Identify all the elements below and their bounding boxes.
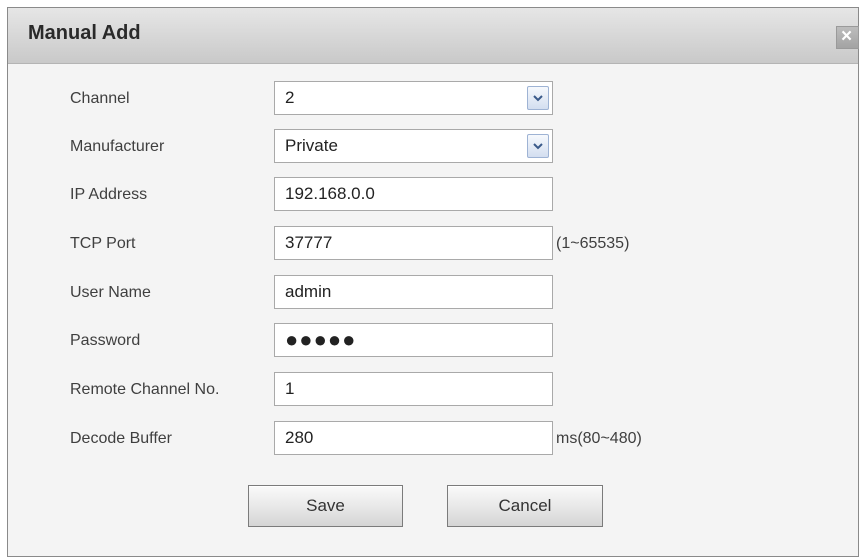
remote-channel-input[interactable]: [275, 373, 552, 405]
channel-label: Channel: [70, 90, 130, 107]
password-input[interactable]: [275, 324, 552, 356]
ip-address-field[interactable]: [274, 177, 553, 211]
password-field[interactable]: [274, 323, 553, 357]
cancel-button[interactable]: Cancel: [447, 485, 603, 527]
manual-add-dialog: Manual Add × Channel 2 Manufacturer Priv…: [7, 7, 859, 557]
save-button[interactable]: Save: [248, 485, 403, 527]
tcp-port-range-hint: (1~65535): [556, 235, 630, 252]
user-name-input[interactable]: [275, 276, 552, 308]
channel-value: 2: [285, 88, 295, 107]
user-name-field[interactable]: [274, 275, 553, 309]
dialog-title: Manual Add: [28, 22, 141, 44]
decode-buffer-input[interactable]: [275, 422, 552, 454]
close-icon: ×: [841, 26, 853, 47]
chevron-down-icon[interactable]: [527, 86, 549, 110]
close-button[interactable]: ×: [836, 26, 859, 49]
decode-buffer-field[interactable]: [274, 421, 553, 455]
manufacturer-label: Manufacturer: [70, 138, 165, 155]
channel-select[interactable]: 2: [274, 81, 553, 115]
decode-buffer-range-hint: ms(80~480): [556, 430, 642, 447]
tcp-port-field[interactable]: [274, 226, 553, 260]
decode-buffer-label: Decode Buffer: [70, 430, 172, 447]
password-label: Password: [70, 332, 141, 349]
tcp-port-label: TCP Port: [70, 235, 136, 252]
remote-channel-field[interactable]: [274, 372, 553, 406]
manufacturer-select[interactable]: Private: [274, 129, 553, 163]
ip-address-input[interactable]: [275, 178, 552, 210]
tcp-port-input[interactable]: [275, 227, 552, 259]
user-name-label: User Name: [70, 284, 151, 301]
dialog-titlebar: Manual Add: [8, 8, 858, 64]
chevron-down-icon[interactable]: [527, 134, 549, 158]
manufacturer-value: Private: [285, 136, 338, 155]
remote-channel-label: Remote Channel No.: [70, 381, 220, 398]
ip-address-label: IP Address: [70, 186, 148, 203]
